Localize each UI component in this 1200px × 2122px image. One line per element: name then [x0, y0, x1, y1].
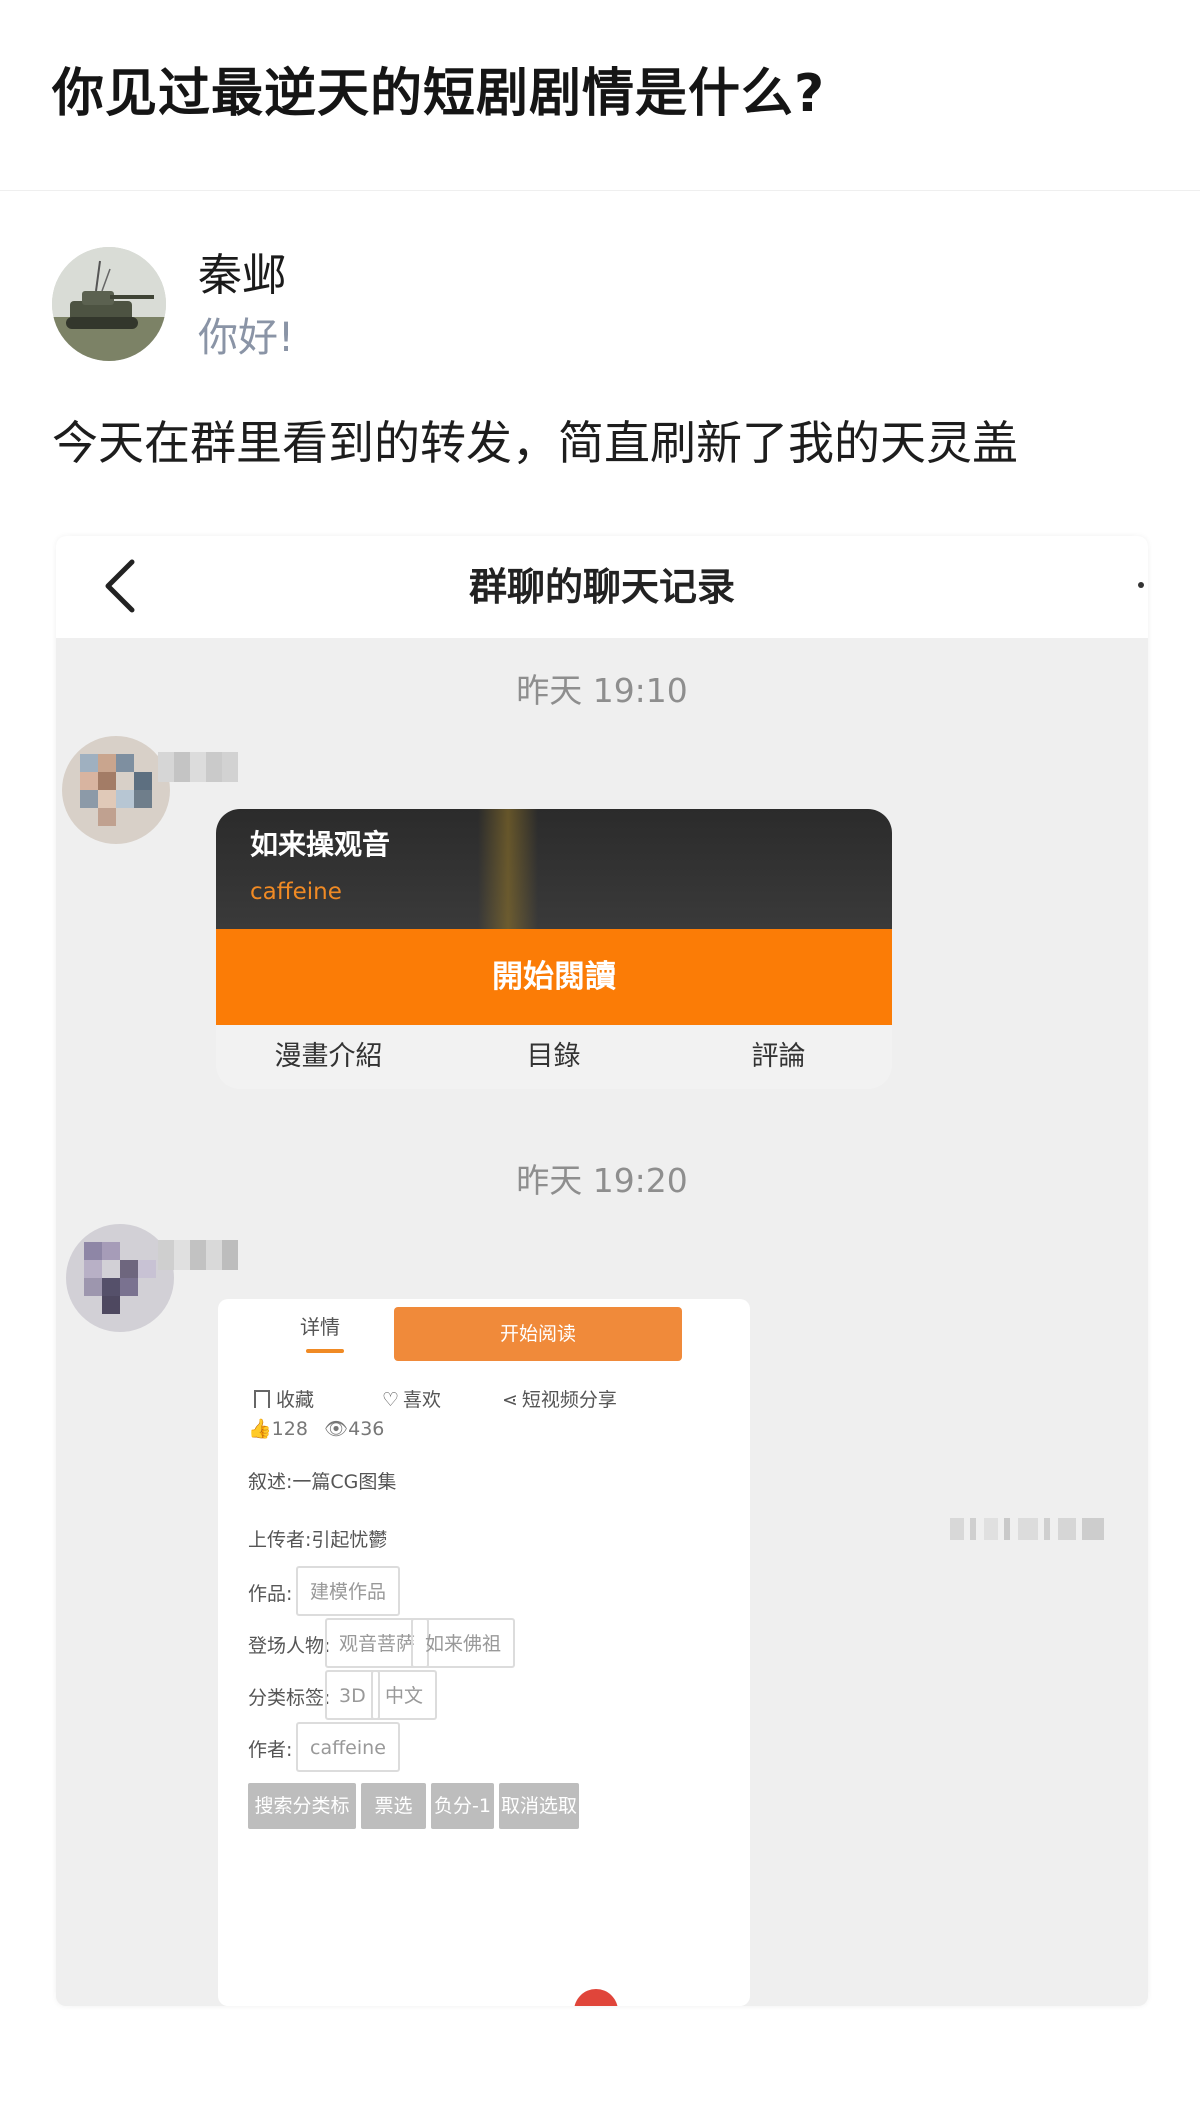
detail-screenshot-card[interactable]: 详情 开始阅读 收藏 ♡ 喜欢 ⋖ 短视频分享 👍128 👁436 叙述:一篇CG图…: [218, 1299, 750, 2006]
author-label: 作者:: [248, 1739, 293, 1761]
start-reading-button[interactable]: 開始閱讀: [216, 929, 892, 1025]
timestamp: 昨天 19:20: [516, 1161, 688, 1200]
works-tag[interactable]: 建模作品: [296, 1566, 401, 1616]
cancel-selection-button[interactable]: 取消选取: [499, 1783, 579, 1829]
chat-header: 群聊的聊天记录: [56, 536, 1148, 638]
like-label: 喜欢: [403, 1389, 442, 1411]
like-button[interactable]: ♡ 喜欢: [382, 1385, 441, 1412]
favorite-label: 收藏: [276, 1389, 315, 1411]
uploader-row: 上传者:引起忧鬱: [248, 1525, 387, 1552]
category-label: 分类标签:: [248, 1687, 331, 1709]
author-avatar[interactable]: [52, 247, 166, 361]
like-count: 128: [271, 1418, 308, 1440]
share-label: 短视频分享: [521, 1389, 617, 1411]
chat-screenshot-image[interactable]: 群聊的聊天记录 昨天 19:10 如来操观音 caffeine 開始閱讀 漫畫介…: [56, 536, 1148, 2006]
blurred-avatar: [62, 736, 170, 844]
description-label: 叙述:: [248, 1471, 293, 1493]
tab-comments[interactable]: 評論: [666, 1025, 891, 1089]
stats-row: 👍128 👁436: [248, 1417, 384, 1440]
share-icon: ⋖: [502, 1389, 518, 1411]
tank-photo-avatar-icon: [52, 247, 166, 361]
vote-down-button[interactable]: 负分-1: [431, 1783, 494, 1829]
divider: [0, 190, 1200, 191]
heart-icon: ♡: [382, 1389, 400, 1411]
description-row: 叙述:一篇CG图集: [248, 1467, 396, 1494]
tab-details[interactable]: 详情: [300, 1311, 340, 1340]
search-tags-button[interactable]: 搜索分类标签: [248, 1783, 356, 1863]
view-count: 436: [348, 1418, 385, 1440]
vote-up-button[interactable]: 票选+1: [361, 1783, 426, 1863]
comic-share-card[interactable]: 如来操观音 caffeine 開始閱讀 漫畫介紹 目錄 評論: [216, 809, 892, 1089]
character-tag[interactable]: 如来佛祖: [411, 1618, 516, 1668]
uploader-value: 引起忧鬱: [311, 1529, 388, 1551]
author-name[interactable]: 秦邺: [198, 248, 286, 304]
bookmark-icon: [254, 1390, 270, 1408]
blurred-username: [158, 752, 238, 782]
answer-text: 今天在群里看到的转发，简直刷新了我的天灵盖: [52, 416, 1018, 470]
floating-action-icon[interactable]: [574, 1989, 618, 2006]
thumbs-up-icon: 👍: [248, 1418, 272, 1440]
card-cover-highlight: [478, 809, 538, 929]
more-icon: [1138, 582, 1144, 588]
start-reading-button[interactable]: 开始阅读: [394, 1307, 682, 1361]
works-label: 作品:: [248, 1583, 293, 1605]
chat-title: 群聊的聊天记录: [468, 565, 735, 609]
question-title: 你见过最逆天的短剧剧情是什么?: [52, 64, 826, 124]
uploader-label: 上传者:: [248, 1529, 312, 1551]
description-value: 一篇CG图集: [292, 1471, 397, 1493]
author-tag[interactable]: caffeine: [296, 1722, 400, 1772]
comic-title: 如来操观音: [250, 828, 391, 861]
author-bio: 你好!: [198, 315, 295, 361]
category-tag[interactable]: 中文: [371, 1670, 438, 1720]
tab-underline: [306, 1349, 344, 1353]
favorite-button[interactable]: 收藏: [254, 1385, 314, 1412]
share-button[interactable]: ⋖ 短视频分享: [502, 1385, 617, 1412]
tab-contents[interactable]: 目錄: [441, 1025, 666, 1089]
blurred-username: [158, 1240, 238, 1270]
eye-icon: 👁: [323, 1418, 349, 1440]
watermark: [860, 1510, 1120, 1550]
comic-author: caffeine: [250, 879, 342, 905]
characters-label: 登场人物:: [248, 1635, 331, 1657]
timestamp: 昨天 19:10: [516, 671, 688, 710]
tab-intro[interactable]: 漫畫介紹: [216, 1025, 441, 1089]
